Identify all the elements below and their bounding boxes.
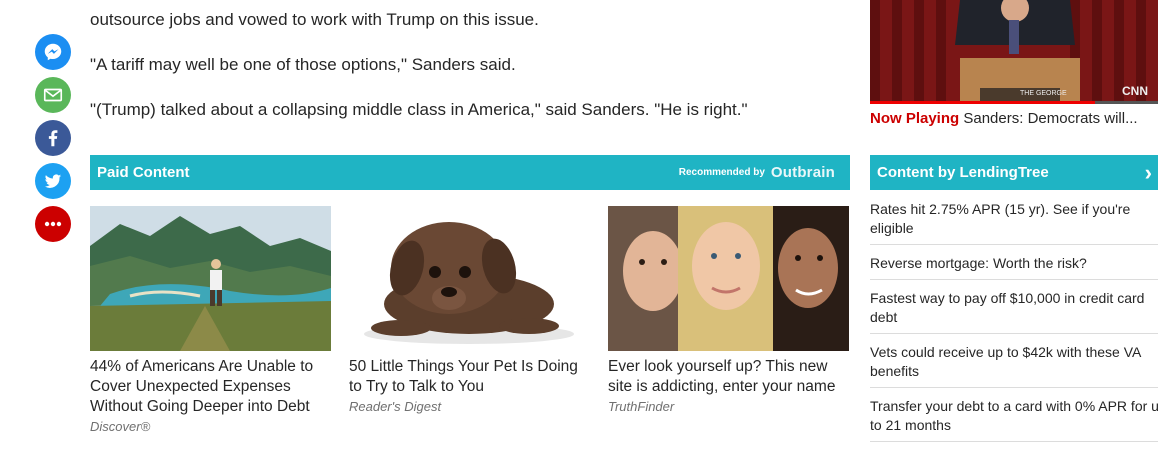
outbrain-logo: Outbrain xyxy=(770,164,835,181)
now-playing[interactable]: Now Playing Sanders: Democrats will... xyxy=(870,110,1138,127)
paid-card-headline[interactable]: Ever look yourself up? This new site is … xyxy=(608,357,850,397)
paid-card[interactable]: Ever look yourself up? This new site is … xyxy=(608,206,850,414)
video-player[interactable]: THE GEORGE CNN xyxy=(870,0,1158,104)
recommended-by[interactable]: Recommended by Outbrain xyxy=(679,164,835,181)
article-paragraph: "(Trump) talked about a collapsing middl… xyxy=(90,100,748,119)
email-icon xyxy=(43,88,63,102)
podium-sign: THE GEORGE xyxy=(1020,90,1067,97)
lendingtree-item[interactable]: Vets could receive up to $42k with these… xyxy=(870,341,1158,388)
share-rail xyxy=(35,34,71,249)
lendingtree-title: Content by LendingTree xyxy=(877,164,1049,181)
more-icon xyxy=(44,221,62,227)
chevron-right-icon[interactable]: › xyxy=(1145,161,1152,184)
twitter-share-button[interactable] xyxy=(35,163,71,199)
lendingtree-item[interactable]: Reverse mortgage: Worth the risk? xyxy=(870,252,1158,280)
paid-content-header: Paid Content Recommended by Outbrain xyxy=(90,155,850,190)
article-paragraph: "A tariff may well be one of those optio… xyxy=(90,55,516,74)
paid-card-source: TruthFinder xyxy=(608,399,675,414)
paid-card-source: Reader's Digest xyxy=(349,399,442,414)
video-progress-bar[interactable] xyxy=(870,101,1158,104)
lendingtree-list: Rates hit 2.75% APR (15 yr). See if you'… xyxy=(870,198,1158,449)
paid-card[interactable]: 44% of Americans Are Unable to Cover Une… xyxy=(90,206,332,434)
paid-card-headline[interactable]: 44% of Americans Are Unable to Cover Une… xyxy=(90,357,332,417)
video-frame xyxy=(870,0,1158,104)
puppy-image[interactable] xyxy=(349,206,590,351)
paid-card-headline[interactable]: 50 Little Things Your Pet Is Doing to Tr… xyxy=(349,357,591,397)
coast-hiker-image[interactable] xyxy=(90,206,331,351)
three-women-selfie-image[interactable] xyxy=(608,206,849,351)
messenger-icon xyxy=(44,43,62,61)
lendingtree-item[interactable]: Transfer your debt to a card with 0% APR… xyxy=(870,395,1158,442)
lendingtree-item[interactable]: Fastest way to pay off $10,000 in credit… xyxy=(870,287,1158,334)
video-progress-fill xyxy=(870,101,1095,104)
paid-card-source: Discover® xyxy=(90,419,151,434)
more-share-button[interactable] xyxy=(35,206,71,242)
recommended-by-label: Recommended by xyxy=(678,167,765,178)
email-share-button[interactable] xyxy=(35,77,71,113)
facebook-share-button[interactable] xyxy=(35,120,71,156)
lendingtree-header[interactable]: Content by LendingTree › xyxy=(870,155,1158,190)
messenger-share-button[interactable] xyxy=(35,34,71,70)
facebook-icon xyxy=(48,130,58,147)
cnn-watermark: CNN xyxy=(1122,84,1148,98)
twitter-icon xyxy=(44,174,62,188)
now-playing-title[interactable]: Sanders: Democrats will... xyxy=(963,110,1137,127)
now-playing-label: Now Playing xyxy=(870,110,960,127)
paid-content-title: Paid Content xyxy=(97,164,190,181)
article-paragraph: outsource jobs and vowed to work with Tr… xyxy=(90,10,539,29)
lendingtree-item[interactable]: Rates hit 2.75% APR (15 yr). See if you'… xyxy=(870,198,1158,245)
paid-card[interactable]: 50 Little Things Your Pet Is Doing to Tr… xyxy=(349,206,591,414)
